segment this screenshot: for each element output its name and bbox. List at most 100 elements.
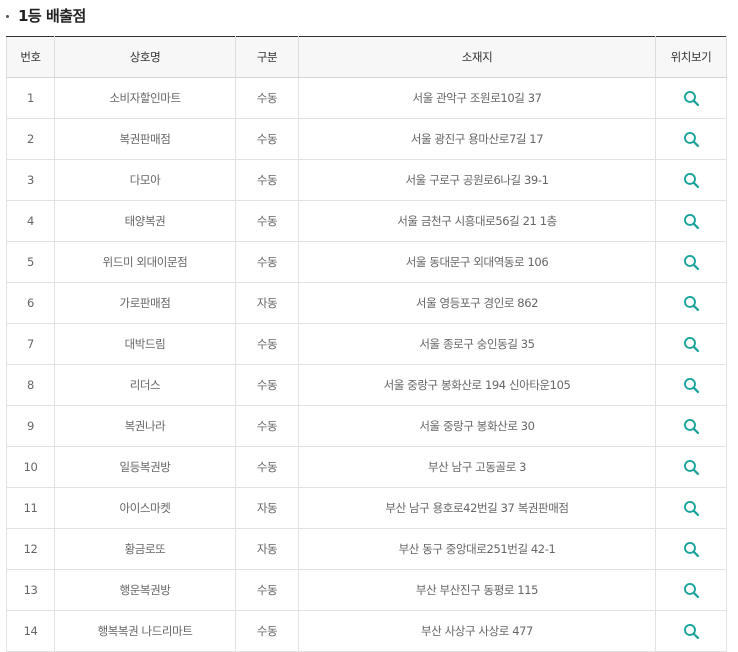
search-icon <box>683 336 699 352</box>
store-name: 아이스마켓 <box>54 487 236 529</box>
store-address: 서울 관악구 조원로10길 37 <box>298 77 656 119</box>
row-number: 9 <box>6 405 55 447</box>
search-icon <box>683 377 699 393</box>
table-row: 11 아이스마켓 자동 부산 남구 용호로42번길 37 복권판매점 <box>6 487 727 529</box>
view-location-button[interactable] <box>678 577 704 603</box>
row-number: 2 <box>6 118 55 160</box>
search-icon <box>683 623 699 639</box>
table-row: 4 태양복권 수동 서울 금천구 시흥대로56길 21 1층 <box>6 200 727 242</box>
location-cell <box>655 77 727 119</box>
view-location-button[interactable] <box>678 208 704 234</box>
table-row: 5 위드미 외대이문점 수동 서울 동대문구 외대역동로 106 <box>6 241 727 283</box>
purchase-type: 수동 <box>235 569 299 611</box>
view-location-button[interactable] <box>678 126 704 152</box>
table-row: 3 다모아 수동 서울 구로구 공원로6나길 39-1 <box>6 159 727 201</box>
view-location-button[interactable] <box>678 372 704 398</box>
table-row: 9 복권나라 수동 서울 중랑구 봉화산로 30 <box>6 405 727 447</box>
location-cell <box>655 487 727 529</box>
search-icon <box>683 254 699 270</box>
section-title-text: 1등 배출점 <box>18 6 86 25</box>
search-icon <box>683 459 699 475</box>
purchase-type: 수동 <box>235 364 299 406</box>
table-row: 12 황금로또 자동 부산 동구 중앙대로251번길 42-1 <box>6 528 727 570</box>
store-address: 부산 부산진구 동평로 115 <box>298 569 656 611</box>
store-name: 복권나라 <box>54 405 236 447</box>
header-name: 상호명 <box>54 36 236 78</box>
purchase-type: 수동 <box>235 200 299 242</box>
store-name: 태양복권 <box>54 200 236 242</box>
location-cell <box>655 159 727 201</box>
store-name: 소비자할인마트 <box>54 77 236 119</box>
purchase-type: 수동 <box>235 405 299 447</box>
row-number: 13 <box>6 569 55 611</box>
store-address: 서울 영등포구 경인로 862 <box>298 282 656 324</box>
row-number: 8 <box>6 364 55 406</box>
store-address: 서울 금천구 시흥대로56길 21 1층 <box>298 200 656 242</box>
purchase-type: 수동 <box>235 77 299 119</box>
store-name: 복권판매점 <box>54 118 236 160</box>
store-address: 서울 광진구 용마산로7길 17 <box>298 118 656 160</box>
table-row: 7 대박드림 수동 서울 종로구 숭인동길 35 <box>6 323 727 365</box>
view-location-button[interactable] <box>678 85 704 111</box>
table-header: 번호 상호명 구분 소재지 위치보기 <box>6 36 727 78</box>
location-cell <box>655 200 727 242</box>
view-location-button[interactable] <box>678 167 704 193</box>
purchase-type: 수동 <box>235 610 299 652</box>
row-number: 5 <box>6 241 55 283</box>
location-cell <box>655 241 727 283</box>
store-address: 서울 구로구 공원로6나길 39-1 <box>298 159 656 201</box>
view-location-button[interactable] <box>678 249 704 275</box>
view-location-button[interactable] <box>678 454 704 480</box>
row-number: 12 <box>6 528 55 570</box>
store-address: 서울 중랑구 봉화산로 194 신아타운105 <box>298 364 656 406</box>
location-cell <box>655 405 727 447</box>
row-number: 1 <box>6 77 55 119</box>
row-number: 7 <box>6 323 55 365</box>
search-icon <box>683 172 699 188</box>
store-name: 리더스 <box>54 364 236 406</box>
location-cell <box>655 323 727 365</box>
search-icon <box>683 131 699 147</box>
store-address: 서울 동대문구 외대역동로 106 <box>298 241 656 283</box>
table-row: 8 리더스 수동 서울 중랑구 봉화산로 194 신아타운105 <box>6 364 727 406</box>
store-name: 대박드림 <box>54 323 236 365</box>
row-number: 14 <box>6 610 55 652</box>
purchase-type: 수동 <box>235 159 299 201</box>
search-icon <box>683 213 699 229</box>
table-header-row: 번호 상호명 구분 소재지 위치보기 <box>6 36 727 78</box>
location-cell <box>655 446 727 488</box>
table-body: 1 소비자할인마트 수동 서울 관악구 조원로10길 37 2 복권판매점 수동 서울 광진구… <box>6 77 727 652</box>
store-address: 부산 동구 중앙대로251번길 42-1 <box>298 528 656 570</box>
location-cell <box>655 118 727 160</box>
view-location-button[interactable] <box>678 413 704 439</box>
store-address: 부산 남구 용호로42번길 37 복권판매점 <box>298 487 656 529</box>
view-location-button[interactable] <box>678 536 704 562</box>
search-icon <box>683 418 699 434</box>
view-location-button[interactable] <box>678 290 704 316</box>
store-name: 행복복권 나드리마트 <box>54 610 236 652</box>
view-location-button[interactable] <box>678 495 704 521</box>
store-name: 황금로또 <box>54 528 236 570</box>
table-row: 6 가로판매점 자동 서울 영등포구 경인로 862 <box>6 282 727 324</box>
store-name: 가로판매점 <box>54 282 236 324</box>
table-row: 14 행복복권 나드리마트 수동 부산 사상구 사상로 477 <box>6 610 727 652</box>
table-row: 10 일등복권방 수동 부산 남구 고동골로 3 <box>6 446 727 488</box>
search-icon <box>683 90 699 106</box>
view-location-button[interactable] <box>678 331 704 357</box>
purchase-type: 자동 <box>235 487 299 529</box>
search-icon <box>683 582 699 598</box>
view-location-button[interactable] <box>678 618 704 644</box>
winning-stores-table: 번호 상호명 구분 소재지 위치보기 1 소비자할인마트 수동 서울 관악구 조원로1… <box>6 36 727 652</box>
location-cell <box>655 569 727 611</box>
store-address: 부산 남구 고동골로 3 <box>298 446 656 488</box>
bullet-dot <box>6 14 9 18</box>
table-row: 2 복권판매점 수동 서울 광진구 용마산로7길 17 <box>6 118 727 160</box>
store-address: 서울 중랑구 봉화산로 30 <box>298 405 656 447</box>
purchase-type: 자동 <box>235 282 299 324</box>
header-location: 위치보기 <box>655 36 727 78</box>
purchase-type: 수동 <box>235 446 299 488</box>
row-number: 3 <box>6 159 55 201</box>
row-number: 10 <box>6 446 55 488</box>
header-address: 소재지 <box>298 36 656 78</box>
winning-stores-table-wrap: 번호 상호명 구분 소재지 위치보기 1 소비자할인마트 수동 서울 관악구 조원로1… <box>6 36 727 652</box>
